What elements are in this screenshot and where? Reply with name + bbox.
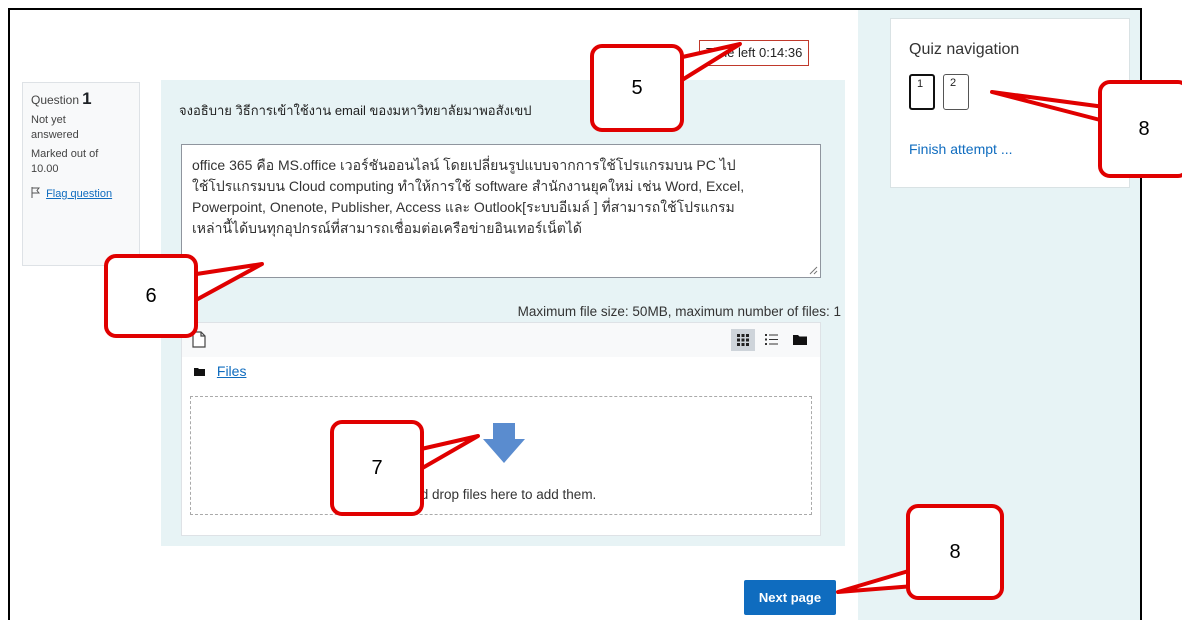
file-limits-text: Maximum file size: 50MB, maximum number … <box>517 304 841 319</box>
question-grade-line1: Marked out of <box>31 148 99 160</box>
resize-grip-icon[interactable] <box>808 265 818 275</box>
question-status: Not yet answered <box>31 113 131 143</box>
file-drop-zone[interactable]: and drop files here to add them. <box>190 396 812 515</box>
drop-zone-text: and drop files here to add them. <box>405 487 597 502</box>
next-page-button[interactable]: Next page <box>744 580 836 615</box>
question-label: Question <box>31 93 80 107</box>
question-grade-line2: 10.00 <box>31 163 59 175</box>
quiz-navigation-title: Quiz navigation <box>909 41 1020 58</box>
flag-icon <box>31 187 41 198</box>
grid-view-icon[interactable] <box>731 329 756 351</box>
file-path-breadcrumb: Files <box>194 363 246 379</box>
callout-8a: 8 <box>1098 80 1182 178</box>
answer-textarea[interactable]: office 365 คือ MS.office เวอร์ชันออนไลน์… <box>181 144 821 278</box>
quiz-nav-button-2[interactable]: 2 <box>943 74 969 110</box>
finish-attempt-link[interactable]: Finish attempt ... <box>909 141 1012 157</box>
files-path-link[interactable]: Files <box>217 363 247 379</box>
view-switcher <box>731 329 812 351</box>
file-manager-toolbar <box>182 323 820 357</box>
tree-view-icon[interactable] <box>788 329 812 351</box>
question-info-box: Question 1 Not yet answered Marked out o… <box>22 82 140 266</box>
callout-7: 7 <box>330 420 424 516</box>
quiz-nav-button-label: 1 <box>917 78 924 90</box>
answer-line: ใช้โปรแกรมบน Cloud computing ทำให้การใช้… <box>192 178 745 194</box>
quiz-nav-button-label: 2 <box>950 77 957 89</box>
question-text: จงอธิบาย วิธีการเข้าใช้งาน email ของมหาว… <box>179 103 532 118</box>
flag-question-link[interactable]: Flag question <box>31 187 131 202</box>
file-manager: Files and drop files here to add them. <box>181 322 821 536</box>
time-left-timer: Time left 0:14:36 <box>699 40 810 66</box>
callout-6: 6 <box>104 254 198 338</box>
question-number: 1 <box>82 89 92 108</box>
answer-line: office 365 คือ MS.office เวอร์ชันออนไลน์… <box>192 157 736 173</box>
question-status-line1: Not yet <box>31 114 66 126</box>
answer-line: เหล่านี้ได้บนทุกอุปกรณ์ที่สามารถเชื่อมต่… <box>192 220 582 236</box>
question-panel: จงอธิบาย วิธีการเข้าใช้งาน email ของมหาว… <box>161 80 845 546</box>
flag-question-label: Flag question <box>46 188 113 200</box>
question-status-line2: answered <box>31 129 79 141</box>
question-grade: Marked out of 10.00 <box>31 147 131 177</box>
callout-5: 5 <box>590 44 684 132</box>
list-view-icon[interactable] <box>760 329 784 351</box>
answer-line: Powerpoint, Onenote, Publisher, Access แ… <box>192 199 735 215</box>
quiz-nav-button-1[interactable]: 1 <box>909 74 935 110</box>
callout-8b: 8 <box>906 504 1004 600</box>
folder-icon <box>194 368 205 376</box>
quiz-navigation-block: Quiz navigation 1 2 Finish attempt ... <box>890 18 1130 188</box>
upload-arrow-icon <box>483 423 525 463</box>
